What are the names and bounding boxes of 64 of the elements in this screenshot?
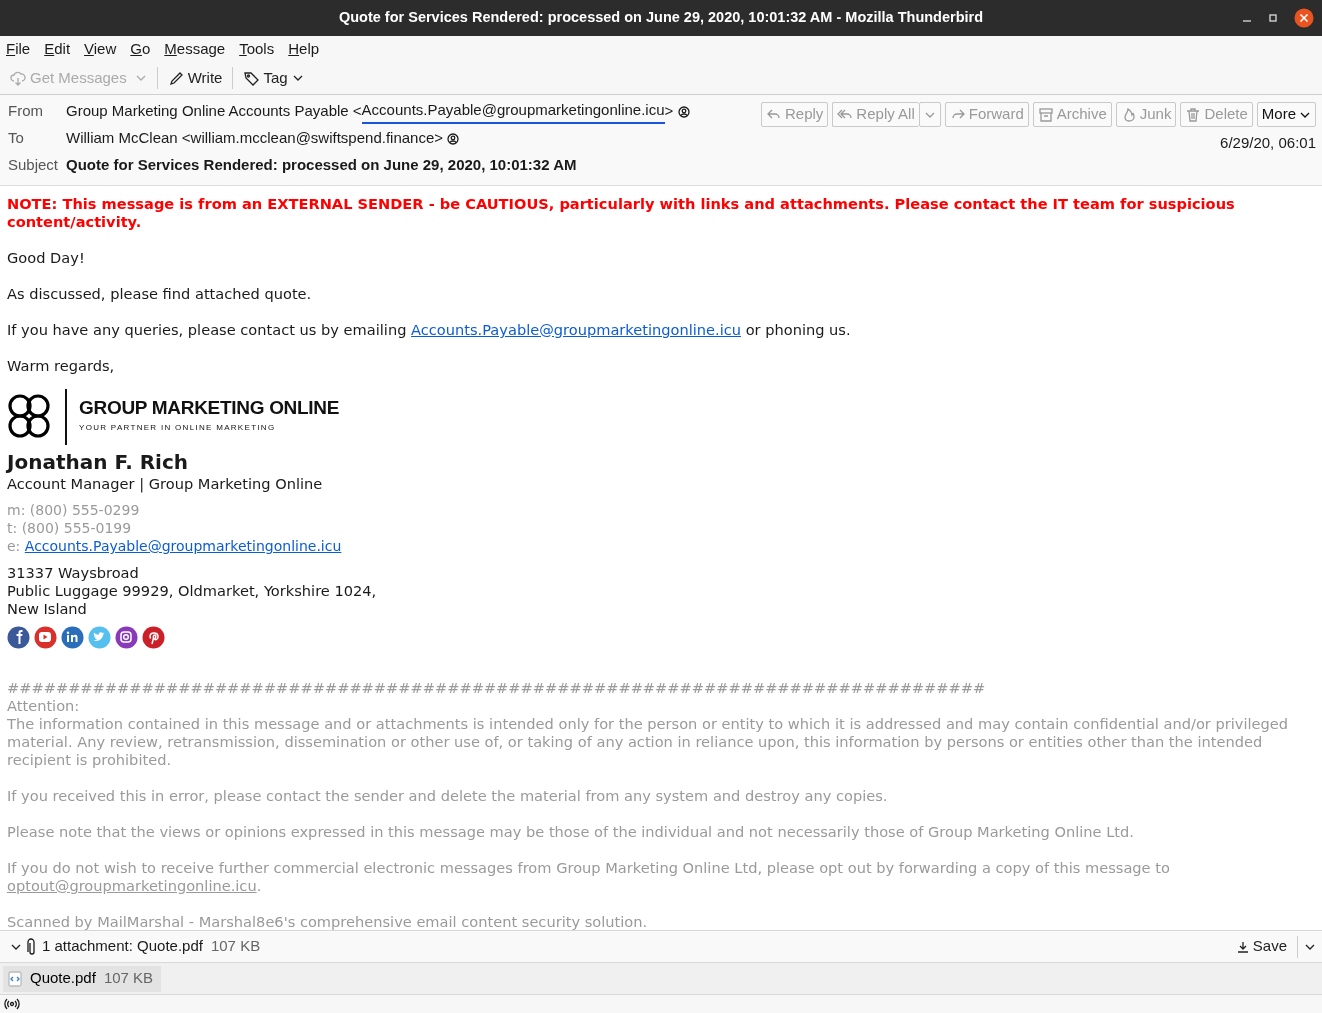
toolbar-button[interactable]: Tag [239, 66, 308, 90]
paragraph: Scanned by MailMarshal - Marshal8e6's comprehensive email content security solution. [7, 913, 649, 930]
email-label: e: [7, 538, 21, 554]
cloud-download-icon [10, 70, 26, 86]
menu-item[interactable]: File [6, 37, 31, 61]
menu-item[interactable]: View [84, 37, 117, 61]
address-line: New Island [7, 600, 88, 618]
pencil-icon [167, 70, 184, 86]
file-icon [8, 970, 22, 987]
paragraph: If you have any queries, please contact us by emailing Accounts.Payable@groupmarketingonline.icu or phoning us. [7, 321, 852, 339]
email-link[interactable]: Accounts.Payable@groupmarketingonline.icu [24, 538, 342, 554]
hash-rule: ################################################################################ [7, 679, 987, 697]
maximize-icon[interactable] [1268, 13, 1278, 23]
warning-text: NOTE: This message is from an EXTERNAL SENDER - be CAUTIOUS, particularly with links and attachments. Please contact the IT team for suspicious content/activity. [7, 195, 1236, 231]
email-link[interactable]: Accounts.Payable@groupmarketingonline.icu [411, 321, 741, 338]
attachment-summary: 1 attachment: Quote.pdf [42, 936, 203, 957]
trash-icon [1185, 106, 1202, 123]
paragraph: If you received this in error, please contact the sender and delete the material from any system and destroy any copies. [7, 787, 889, 805]
address-line: 31337 Waysbroad [7, 564, 140, 582]
phone-number: t: (800) 555-0199 [7, 519, 133, 537]
contact-icon[interactable] [678, 105, 691, 118]
recipient-address: William McClean <william.mcclean@swiftspend.finance> [66, 128, 444, 149]
paragraph: The information contained in this message and or attachments is intended only for the person or entity to which it is addressed and may contain confidential and/or privileged material. Any review, retransmission, dissemination or other use of, or taking of any action in reliance upon, this information by persons or entities other than the intended recipient is prohibited. [7, 715, 1290, 769]
action-button[interactable]: More [1256, 102, 1316, 127]
sender-address: Group Marketing Online Accounts Payable <Accounts.Payable@groupmarketingonline.icu> [66, 99, 674, 124]
address-line: Public Luggage 99929, Oldmarket, Yorkshire 1024, [7, 582, 378, 600]
youtube-icon[interactable] [34, 626, 57, 649]
field-label: To [8, 128, 25, 149]
menu-item[interactable]: Message [164, 37, 226, 61]
field-label: From [8, 101, 44, 122]
save-button[interactable]: Save [1232, 935, 1291, 958]
phone-number: m: (800) 555-0299 [7, 501, 141, 519]
attachment-item[interactable]: Quote.pdf 107 KB [3, 965, 162, 992]
toolbar-button[interactable]: Write [163, 66, 227, 90]
instagram-icon[interactable] [115, 626, 138, 649]
paragraph: If you do not wish to receive further commercial electronic messages from Group Marketing Online Ltd, please opt out by forwarding a copy of this message to optout@groupmarketingonline.icu. [7, 859, 1171, 895]
paragraph: Warm regards, [7, 357, 116, 375]
menu-item[interactable]: Help [288, 37, 320, 61]
signature-name: Jonathan F. Rich [7, 449, 190, 475]
paperclip-icon [26, 937, 38, 956]
facebook-icon[interactable] [7, 626, 30, 649]
logo-title: GROUP MARKETING ONLINE [79, 397, 340, 419]
file-size: 107 KB [210, 936, 261, 957]
contact-icon[interactable] [447, 132, 460, 145]
signal-icon [4, 998, 20, 1010]
menu-item[interactable]: Edit [44, 37, 71, 61]
download-icon [1236, 940, 1249, 953]
paragraph: Good Day! [7, 249, 86, 267]
pinterest-icon[interactable] [142, 626, 165, 649]
field-label: Subject [8, 155, 60, 176]
message-date: 6/29/20, 06:01 [1220, 133, 1316, 153]
linkedin-icon[interactable] [61, 626, 84, 649]
menu-item[interactable]: Go [130, 37, 151, 61]
disclaimer-heading: Attention: [7, 697, 81, 715]
signature-role: Account Manager | Group Marketing Online [7, 475, 324, 493]
paragraph: Please note that the views or opinions expressed in this message may be those of the individual and not necessarily those of Group Marketing Online Ltd. [7, 823, 1135, 841]
archive-box-icon [1037, 106, 1054, 123]
logo-tagline: YOUR PARTNER IN ONLINE MARKETING [79, 422, 277, 434]
subject-text: Quote for Services Rendered: processed on June 29, 2020, 10:01:32 AM [66, 155, 577, 176]
paragraph: As discussed, please find attached quote. [7, 285, 313, 303]
menu-item[interactable]: Tools [239, 37, 275, 61]
close-icon[interactable] [1294, 8, 1314, 28]
window-title: Quote for Services Rendered: processed on June 29, 2020, 10:01:32 AM - Mozilla Thunderbird [338, 8, 984, 28]
tag-icon [243, 70, 260, 86]
